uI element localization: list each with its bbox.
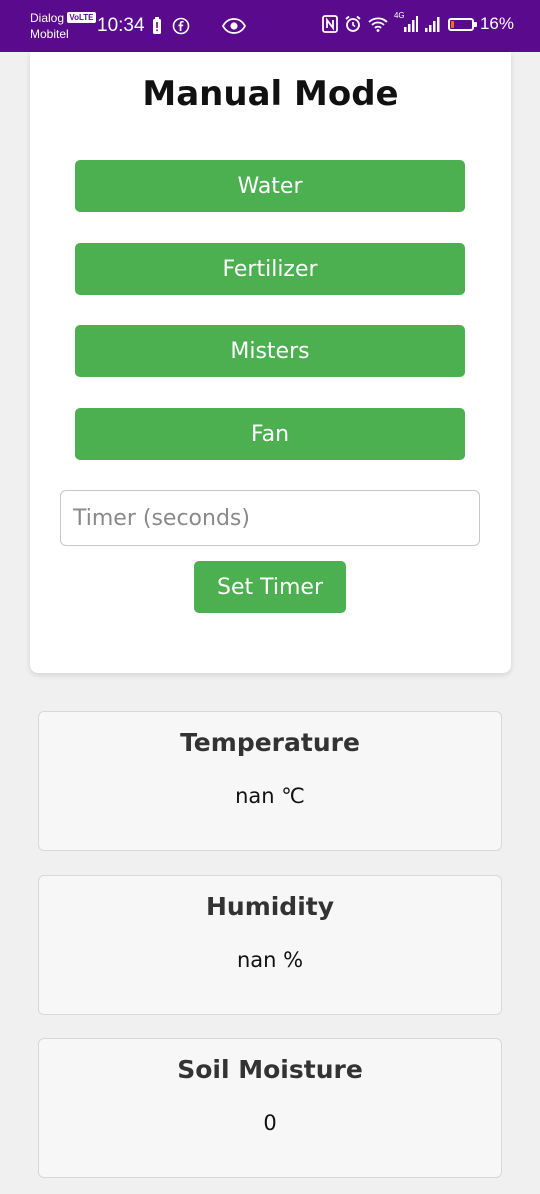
humidity-value: nan % bbox=[236, 948, 304, 972]
volte-badge: VoLTE bbox=[67, 12, 96, 23]
status-bar: Dialog VoLTE Mobitel 10:34 4G 16% bbox=[0, 0, 540, 52]
temperature-value: nan ℃ bbox=[235, 784, 305, 808]
soil-moisture-label: Soil Moisture bbox=[177, 1055, 363, 1084]
nfc-icon bbox=[322, 15, 338, 33]
facebook-icon bbox=[172, 16, 190, 36]
humidity-label: Humidity bbox=[205, 892, 335, 921]
status-right: 4G 16% bbox=[322, 11, 514, 34]
soil-moisture-value: 0 bbox=[263, 1111, 277, 1135]
battery-percent: 16% bbox=[479, 14, 514, 33]
carrier-info: Dialog VoLTE Mobitel bbox=[30, 10, 96, 42]
temperature-label: Temperature bbox=[180, 728, 360, 757]
network-type: 4G bbox=[393, 11, 405, 20]
fertilizer-button[interactable]: Fertilizer bbox=[75, 243, 465, 295]
status-clock: 10:34 bbox=[97, 15, 145, 36]
battery-icon bbox=[447, 17, 477, 31]
signal-icon: 4G bbox=[394, 11, 418, 33]
wifi-icon bbox=[368, 16, 388, 32]
humidity-card: Humidity nan % bbox=[38, 875, 502, 1015]
set-timer-button[interactable]: Set Timer bbox=[194, 561, 346, 613]
temperature-card: Temperature nan ℃ bbox=[38, 711, 502, 851]
signal-icon-2 bbox=[424, 15, 442, 33]
carrier-name-1: Dialog bbox=[30, 11, 65, 25]
water-button[interactable]: Water bbox=[75, 160, 465, 212]
eye-icon bbox=[222, 16, 246, 36]
alarm-icon bbox=[344, 15, 362, 33]
battery-alert-icon bbox=[152, 16, 162, 36]
timer-input[interactable] bbox=[60, 490, 480, 546]
soil-moisture-card: Soil Moisture 0 bbox=[38, 1038, 502, 1178]
fan-button[interactable]: Fan bbox=[75, 408, 465, 460]
misters-button[interactable]: Misters bbox=[75, 325, 465, 377]
carrier-name-2: Mobitel bbox=[30, 27, 69, 41]
battery-level-fill bbox=[450, 20, 454, 28]
manual-mode-card: Manual Mode Water Fertilizer Misters Fan… bbox=[30, 52, 511, 673]
manual-mode-title: Manual Mode bbox=[142, 74, 399, 114]
